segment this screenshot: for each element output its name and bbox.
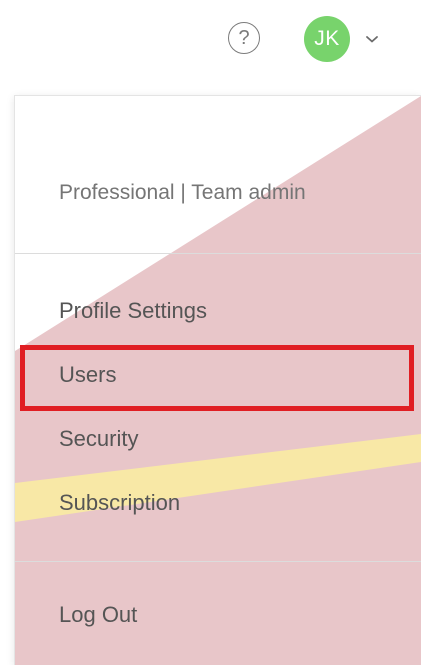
menu-divider xyxy=(15,253,421,254)
account-menu-button[interactable]: JK xyxy=(304,16,380,62)
menu-item-subscription[interactable]: Subscription xyxy=(59,490,180,516)
menu-divider xyxy=(15,561,421,562)
question-mark-icon: ? xyxy=(238,27,250,49)
avatar[interactable]: JK xyxy=(304,16,350,62)
chevron-down-icon[interactable] xyxy=(364,31,380,47)
menu-content: Professional | Team admin Profile Settin… xyxy=(15,96,421,665)
menu-item-users[interactable]: Users xyxy=(59,362,116,388)
menu-item-profile-settings[interactable]: Profile Settings xyxy=(59,298,207,324)
avatar-initials: JK xyxy=(314,27,340,50)
plan-label: Professional | Team admin xyxy=(59,181,306,204)
account-dropdown-menu: Professional | Team admin Profile Settin… xyxy=(14,95,421,665)
top-header: ? JK xyxy=(0,0,421,86)
menu-item-log-out[interactable]: Log Out xyxy=(59,602,137,628)
menu-item-security[interactable]: Security xyxy=(59,426,138,452)
help-button[interactable]: ? xyxy=(228,22,260,54)
